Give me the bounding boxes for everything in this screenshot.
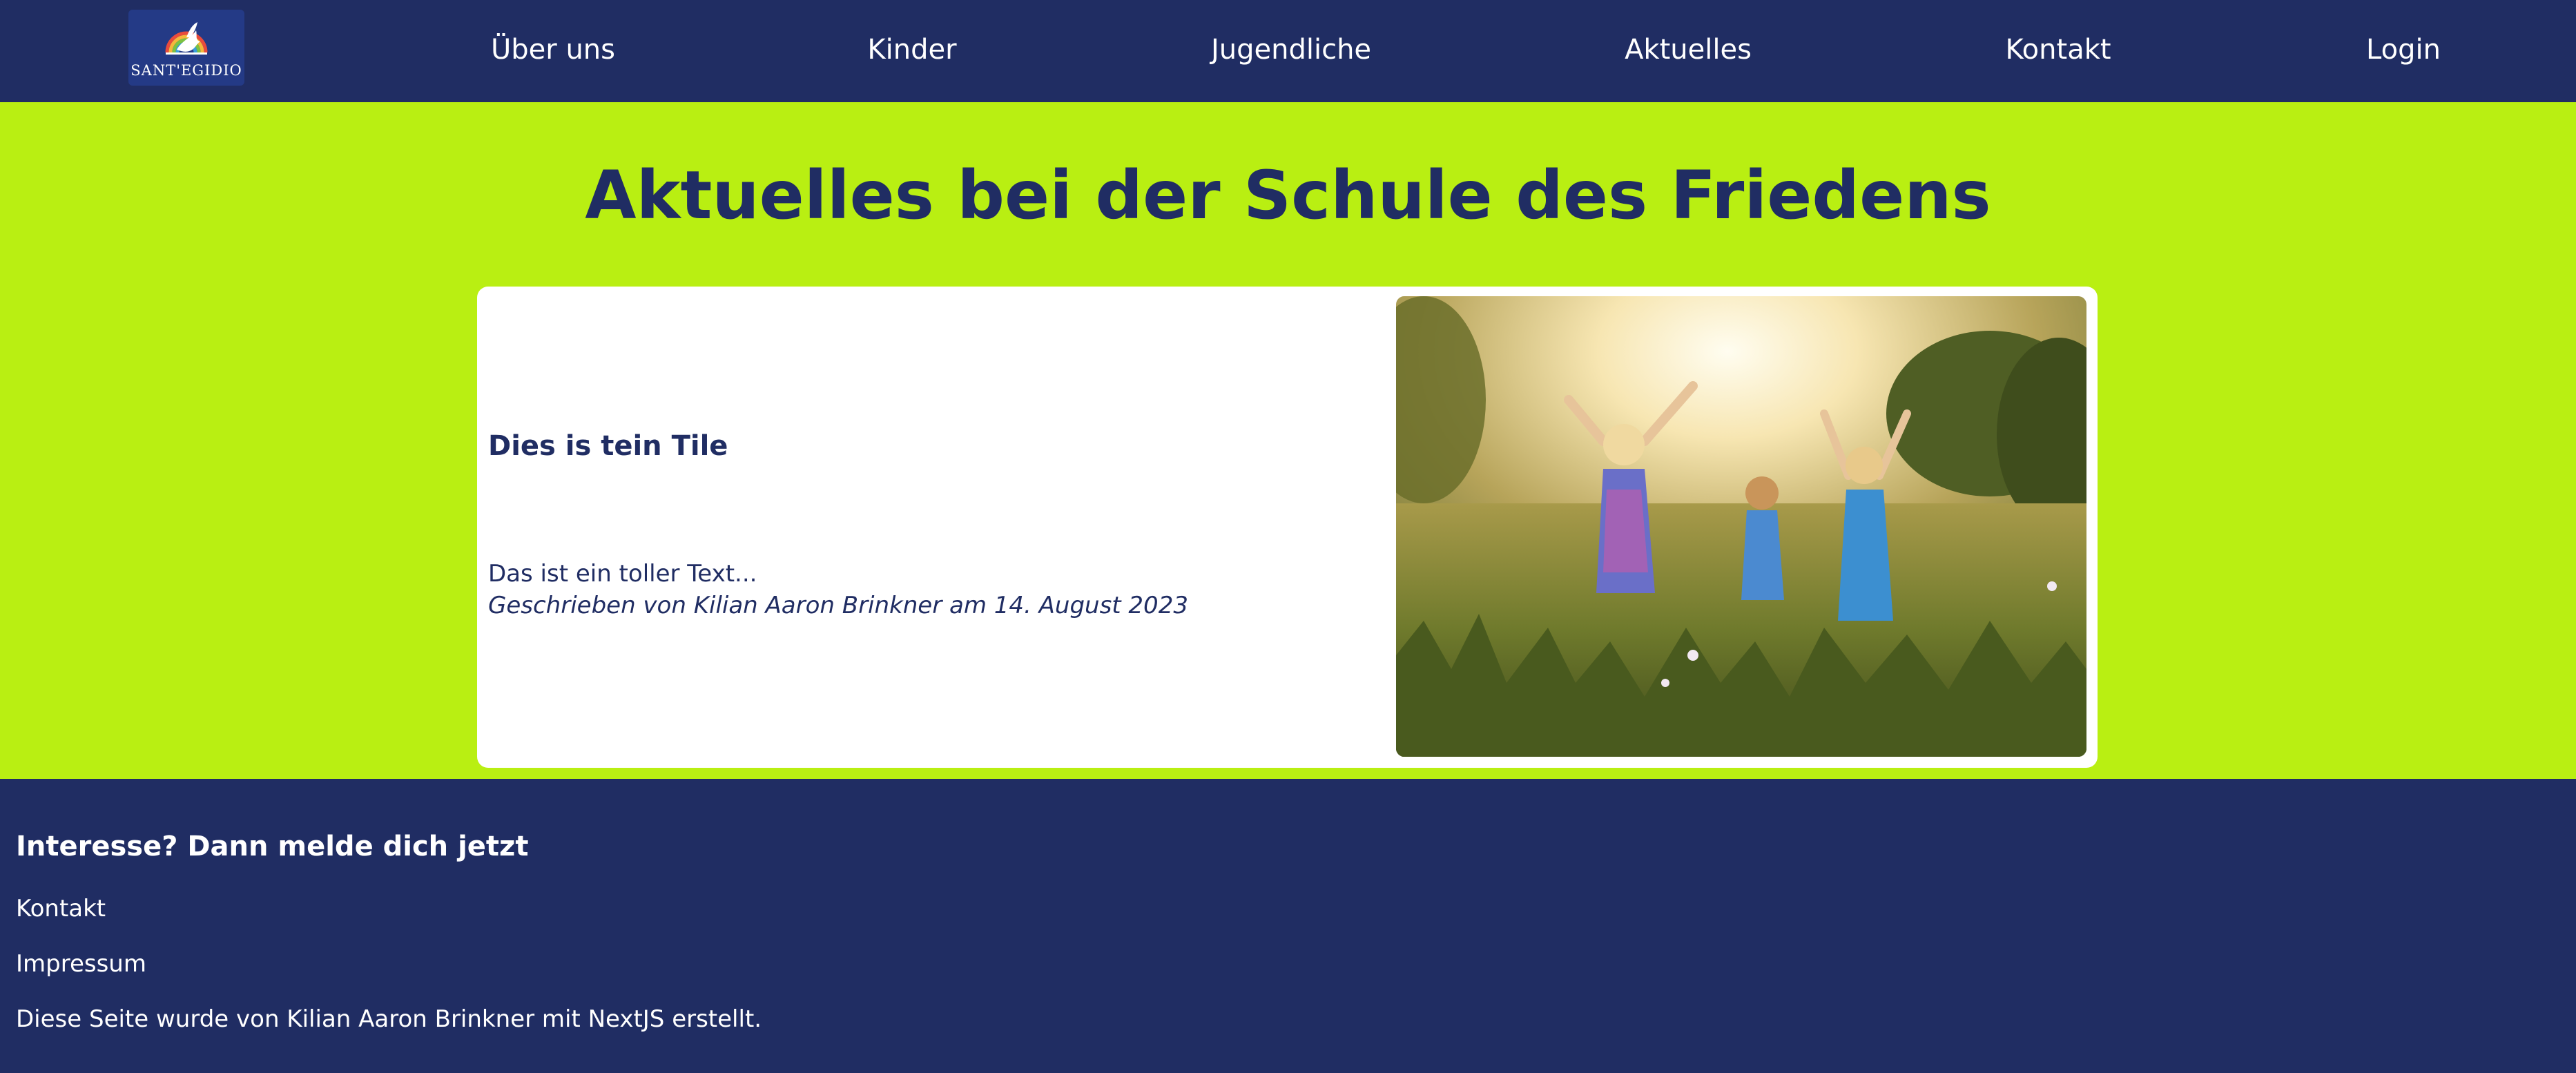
news-card: Dies is tein Tile Das ist ein toller Tex…: [477, 287, 2098, 768]
nav-item-kinder[interactable]: Kinder: [867, 32, 956, 68]
nav-item-login[interactable]: Login: [2366, 32, 2441, 68]
page-title: Aktuelles bei der Schule des Friedens: [585, 157, 1991, 234]
nav-item-kontakt[interactable]: Kontakt: [2005, 32, 2111, 68]
nav-item-jugendliche[interactable]: Jugendliche: [1211, 32, 1371, 68]
main-content: Aktuelles bei der Schule des Friedens Di…: [0, 102, 2576, 779]
news-card-text: Das ist ein toller Text...: [488, 560, 757, 588]
footer-heading: Interesse? Dann melde dich jetzt: [16, 831, 529, 862]
footer-link-impressum[interactable]: Impressum: [16, 949, 146, 979]
nav-item-aktuelles[interactable]: Aktuelles: [1625, 32, 1752, 68]
news-card-title: Dies is tein Tile: [488, 430, 728, 462]
top-navigation: SANT'EGIDIO Über uns Kinder Jugendliche …: [0, 0, 2576, 102]
page-footer: Interesse? Dann melde dich jetzt Kontakt…: [0, 779, 2576, 1073]
news-card-image: [1396, 296, 2086, 757]
children-in-meadow-photo: [1396, 296, 2086, 757]
santegidio-logo[interactable]: SANT'EGIDIO: [128, 10, 244, 86]
nav-item-ueber-uns[interactable]: Über uns: [491, 32, 615, 68]
footer-credit-note: Diese Seite wurde von Kilian Aaron Brink…: [16, 1005, 762, 1033]
news-card-byline: Geschrieben von Kilian Aaron Brinkner am…: [488, 592, 1188, 619]
logo-text: SANT'EGIDIO: [130, 62, 242, 79]
footer-link-kontakt[interactable]: Kontakt: [16, 893, 106, 924]
